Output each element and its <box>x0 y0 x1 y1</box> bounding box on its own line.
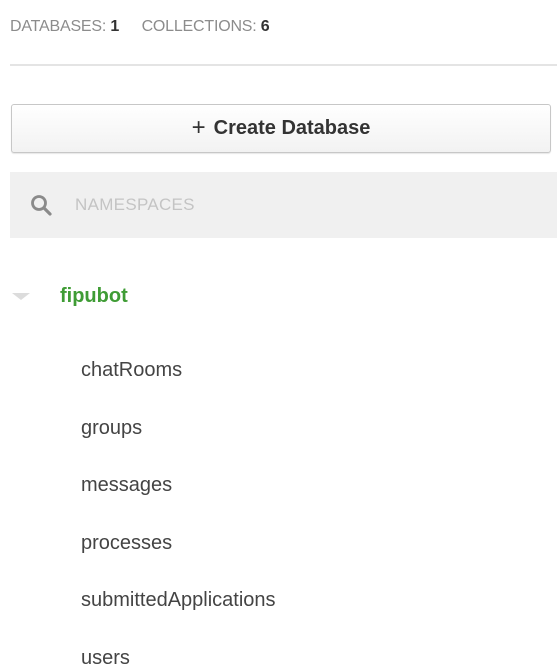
create-database-label: Create Database <box>213 117 371 139</box>
collection-item[interactable]: groups <box>81 406 276 464</box>
collection-list: chatRooms groups messages processes subm… <box>81 348 276 666</box>
databases-count: 1 <box>110 18 120 35</box>
collection-item[interactable]: users <box>81 636 276 666</box>
collections-label: COLLECTIONS: <box>141 18 257 35</box>
namespace-filter <box>10 172 557 238</box>
database-item-fipubot[interactable]: fipubot <box>10 276 128 316</box>
search-icon <box>29 193 53 217</box>
collection-item[interactable]: processes <box>81 521 276 579</box>
database-name: fipubot <box>60 284 128 307</box>
collection-item[interactable]: messages <box>81 463 276 521</box>
database-sidebar: DATABASES: 1 COLLECTIONS: 6 + Create Dat… <box>0 0 557 666</box>
collection-item[interactable]: chatRooms <box>81 348 276 406</box>
collections-count: 6 <box>260 18 270 35</box>
instance-stats: DATABASES: 1 COLLECTIONS: 6 <box>10 18 270 36</box>
databases-label: DATABASES: <box>10 18 107 35</box>
collection-item[interactable]: submittedApplications <box>81 578 276 636</box>
plus-icon: + <box>191 113 206 141</box>
stats-divider <box>10 64 557 66</box>
create-database-button[interactable]: + Create Database <box>11 104 551 153</box>
namespace-search-input[interactable] <box>75 195 475 215</box>
caret-down-icon[interactable] <box>10 288 34 304</box>
